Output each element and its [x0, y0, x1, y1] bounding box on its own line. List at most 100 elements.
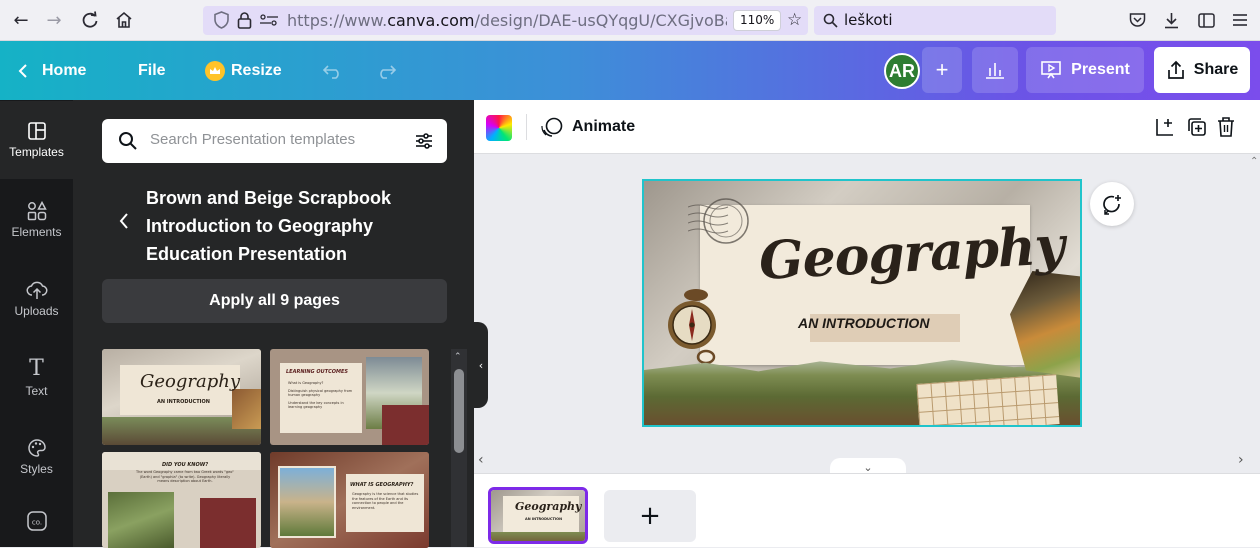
apply-all-pages-button[interactable]: Apply all 9 pages [102, 279, 447, 323]
rail-item-brand[interactable]: co. [0, 495, 73, 547]
zoom-level-badge[interactable]: 110% [733, 10, 782, 31]
resize-button[interactable]: Resize [205, 41, 282, 100]
rail-item-uploads[interactable]: Uploads [0, 260, 73, 338]
refresh-plus-icon [1101, 193, 1123, 215]
rail-item-text[interactable]: T Text [0, 339, 73, 417]
share-label: Share [1193, 61, 1239, 78]
template-page-thumbnail[interactable]: WHAT IS GEOGRAPHY? Geography is the scie… [270, 452, 429, 548]
file-menu-button[interactable]: File [138, 41, 166, 100]
background-color-swatch[interactable] [486, 115, 512, 141]
animate-button[interactable]: Animate [540, 111, 635, 143]
template-page-thumbnail[interactable]: Geography AN INTRODUCTION [102, 349, 261, 445]
rail-item-elements[interactable]: Elements [0, 181, 73, 259]
side-rail: Templates Elements Uploads T Text Styles… [0, 100, 73, 547]
scroll-left-icon[interactable]: ‹ [478, 452, 484, 468]
scroll-up-icon[interactable]: ⌃ [454, 352, 462, 362]
pocket-icon[interactable] [1124, 7, 1150, 33]
back-chevron-icon[interactable] [119, 212, 129, 230]
thumb-title: WHAT IS GEOGRAPHY? [350, 482, 414, 488]
toolbar-divider [526, 114, 527, 140]
share-button[interactable]: Share [1154, 47, 1250, 93]
rail-item-templates[interactable]: Templates [0, 101, 73, 179]
duplicate-page-icon[interactable] [1186, 116, 1208, 138]
delete-page-icon[interactable] [1216, 116, 1236, 138]
resize-label: Resize [231, 61, 282, 79]
download-icon[interactable] [1158, 7, 1184, 33]
text-icon: T [29, 356, 44, 381]
redo-button[interactable] [375, 41, 397, 100]
editor-toolbar: Animate [474, 100, 1260, 154]
editor-header: Home File Resize AR + Present Share [0, 41, 1260, 100]
home-icon[interactable] [111, 7, 137, 33]
share-icon [1166, 60, 1186, 80]
present-button[interactable]: Present [1026, 47, 1144, 93]
chevron-left-icon: ‹ [478, 358, 484, 372]
collapse-panel-button[interactable]: ‹ [474, 322, 488, 408]
address-bar[interactable]: https://www.canva.com/design/DAE-usQYqgU… [203, 6, 808, 35]
crown-icon [205, 60, 225, 81]
rail-label-elements: Elements [11, 225, 62, 239]
scroll-right-icon[interactable]: › [1238, 452, 1244, 468]
page-thumbnail-1[interactable]: Geography AN INTRODUCTION [488, 487, 588, 544]
filter-icon[interactable] [414, 131, 434, 151]
avatar[interactable]: AR [884, 53, 920, 89]
rail-label-uploads: Uploads [14, 304, 59, 318]
thumb-subtitle: AN INTRODUCTION [157, 399, 210, 405]
present-label: Present [1071, 61, 1130, 78]
page-strip: Geography AN INTRODUCTION + [474, 473, 1260, 547]
animate-label: Animate [572, 118, 636, 135]
thumb-title: LEARNING OUTCOMES [286, 369, 349, 375]
sidebar-toggle-icon[interactable] [1193, 7, 1219, 33]
animate-icon [540, 116, 564, 138]
redo-icon [375, 63, 397, 79]
thumb-bullet: What is Geography? [288, 381, 324, 385]
scrollbar-thumb[interactable] [454, 369, 464, 453]
slide-subtitle[interactable]: AN INTRODUCTION [798, 315, 929, 331]
scroll-up-icon[interactable]: ⌃ [1250, 156, 1258, 167]
elements-icon [26, 201, 48, 221]
browser-search-bar[interactable]: leškoti [814, 6, 1056, 35]
template-title: Brown and Beige Scrapbook Introduction t… [146, 188, 392, 264]
add-page-button[interactable]: + [604, 490, 696, 542]
back-arrow-icon[interactable]: ← [8, 7, 34, 33]
slide-canvas[interactable]: Geography AN INTRODUCTION [642, 179, 1082, 427]
undo-button[interactable] [322, 41, 344, 100]
template-page-thumbnail[interactable]: DID YOU KNOW? The word Geography came fr… [102, 452, 261, 548]
add-page-icon[interactable] [1154, 116, 1176, 138]
rail-label-text: Text [25, 384, 48, 398]
shield-icon[interactable] [213, 11, 230, 29]
thumb-bullet: Understand the key concepts in learning … [288, 401, 344, 409]
search-icon [118, 131, 138, 151]
rail-label-styles: Styles [20, 462, 53, 476]
chevron-left-icon [18, 63, 28, 79]
compass-icon [668, 289, 716, 365]
home-label: Home [42, 61, 87, 79]
magic-assist-button[interactable] [1090, 182, 1134, 226]
insights-button[interactable] [972, 47, 1018, 93]
svg-text:co.: co. [31, 519, 41, 527]
plus-icon: + [935, 57, 949, 82]
menu-icon[interactable] [1227, 7, 1253, 33]
chevron-down-icon: ⌄ [863, 460, 873, 474]
reload-icon[interactable] [77, 7, 103, 33]
browser-search-text: leškoti [844, 11, 893, 29]
present-icon [1040, 60, 1062, 80]
postmark-stamp-icon [688, 198, 749, 244]
invite-button[interactable]: + [922, 47, 962, 93]
lock-icon[interactable] [237, 11, 252, 29]
template-page-thumbnail[interactable]: LEARNING OUTCOMES What is Geography? Dis… [270, 349, 429, 445]
permissions-icon[interactable] [259, 14, 279, 26]
file-label: File [138, 61, 166, 79]
home-button[interactable]: Home [18, 41, 86, 100]
templates-panel: Search Presentation templates Brown and … [73, 100, 474, 548]
template-search-input[interactable]: Search Presentation templates [102, 119, 447, 163]
thumb-title: Geography [140, 371, 241, 392]
rail-item-styles[interactable]: Styles [0, 418, 73, 496]
grid-paper-scrap [916, 374, 1060, 425]
templates-icon [27, 121, 47, 141]
bookmark-star-icon[interactable]: ☆ [787, 10, 802, 30]
thumb-subtitle: AN INTRODUCTION [525, 517, 563, 521]
forward-arrow-icon[interactable]: → [41, 7, 67, 33]
search-placeholder: Search Presentation templates [150, 131, 356, 148]
panel-scrollbar[interactable]: ⌃ [451, 349, 467, 547]
